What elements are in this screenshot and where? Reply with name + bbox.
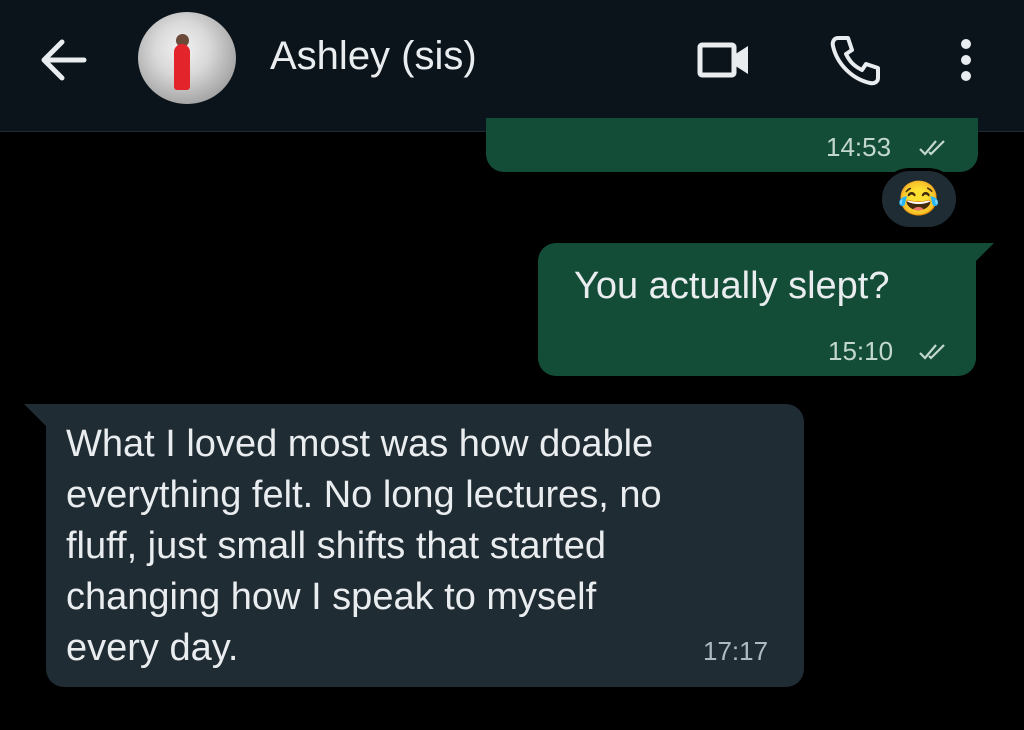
bubble-tail xyxy=(24,404,46,426)
video-camera-icon[interactable] xyxy=(694,30,754,90)
message-text: What I loved most was how doable everyth… xyxy=(66,419,786,674)
message-line: fluff, just small shifts that started xyxy=(66,525,606,567)
message-time: 17:17 xyxy=(703,636,769,666)
read-receipt-icon xyxy=(919,140,945,156)
message-time: 14:53 xyxy=(826,132,892,162)
read-receipt-icon xyxy=(919,344,945,360)
reaction-emoji[interactable]: 😂 xyxy=(879,168,959,230)
message-line: changing how I speak to myself xyxy=(66,576,597,618)
contact-name[interactable]: Ashley (sis) xyxy=(270,32,477,80)
message-time: 15:10 xyxy=(828,336,894,366)
chat-header: Ashley (sis) xyxy=(0,0,1024,132)
message-line: What I loved most was how doable xyxy=(66,423,654,465)
message-line: everything felt. No long lectures, no xyxy=(66,474,662,516)
message-bubble-outgoing[interactable]: 14:53 xyxy=(486,118,978,172)
laughing-emoji-icon: 😂 xyxy=(897,180,941,218)
arrow-left-icon[interactable] xyxy=(38,36,90,84)
avatar[interactable] xyxy=(138,12,236,104)
more-vertical-icon[interactable] xyxy=(940,30,992,90)
bubble-tail xyxy=(972,243,994,265)
message-text: You actually slept? xyxy=(574,265,890,307)
phone-icon[interactable] xyxy=(826,30,886,90)
message-line: every day. xyxy=(66,627,239,669)
